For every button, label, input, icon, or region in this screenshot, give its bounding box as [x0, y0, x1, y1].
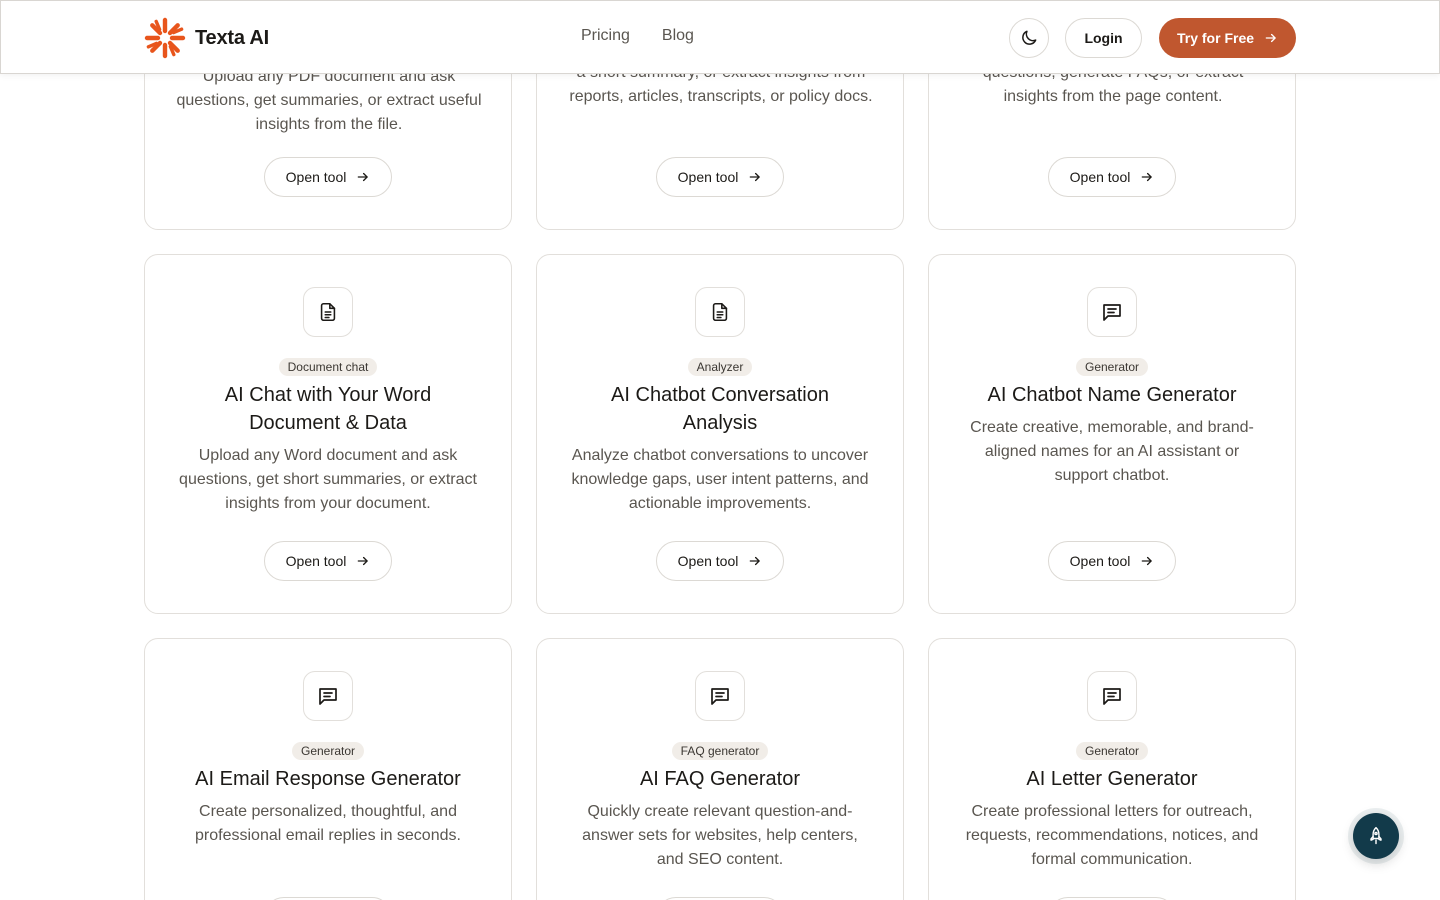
open-tool-button[interactable]: Open tool — [264, 157, 392, 197]
arrow-right-icon — [358, 556, 369, 566]
card-description: Create creative, memorable, and brand-al… — [970, 419, 1254, 484]
open-tool-label: Open tool — [1069, 553, 1131, 569]
open-tool-label: Open tool — [1069, 169, 1131, 185]
main-nav: Pricing Blog — [581, 27, 694, 45]
tool-card: Generator AI Email Response Generator Cr… — [144, 638, 512, 900]
site-header: Texta AI Pricing Blog Login Try for Free — [0, 0, 1440, 74]
card-title: AI FAQ Generator — [639, 768, 801, 790]
document-icon — [320, 302, 336, 322]
open-tool-label: Open tool — [285, 553, 347, 569]
card-badge: Document chat — [278, 358, 378, 376]
card-title: AI Chat with Your Word Document & Data — [224, 384, 432, 434]
open-tool-label: Open tool — [677, 169, 739, 185]
open-tool-button[interactable]: Open tool — [264, 541, 392, 581]
card-description: Create professional letters for outreach… — [965, 803, 1259, 868]
arrow-right-icon — [1265, 33, 1276, 43]
card-description: Quickly create relevant question-and-ans… — [582, 803, 858, 868]
tool-card: FAQ generator AI FAQ Generator Quickly c… — [536, 638, 904, 900]
arrow-right-icon — [358, 172, 369, 182]
try-for-free-button[interactable]: Try for Free — [1159, 18, 1296, 58]
card-icon-box — [303, 671, 353, 721]
card-icon-box — [695, 671, 745, 721]
message-icon — [711, 688, 729, 705]
tool-card: Generator AI Chatbot Name Generator Crea… — [928, 254, 1296, 614]
card-badge: Generator — [291, 742, 365, 760]
arrow-right-icon — [750, 556, 761, 566]
open-tool-button[interactable]: Open tool — [656, 541, 784, 581]
message-icon — [1103, 304, 1121, 321]
arrow-right-icon — [1142, 556, 1153, 566]
card-title: AI Email Response Generator — [195, 768, 461, 790]
moon-icon — [1022, 30, 1037, 45]
arrow-right-icon — [750, 172, 761, 182]
nav-blog-link[interactable]: Blog — [662, 27, 694, 45]
tool-card: Document chat AI Chat with Your Word Doc… — [144, 254, 512, 614]
tool-card: Generator AI Letter Generator Create pro… — [928, 638, 1296, 900]
card-title: AI Chatbot Conversation Analysis — [611, 384, 829, 434]
login-button[interactable]: Login — [1065, 18, 1142, 58]
card-title: AI Chatbot Name Generator — [987, 384, 1237, 406]
brand-logo-icon — [144, 17, 186, 59]
nav-pricing-link[interactable]: Pricing — [581, 27, 630, 45]
open-tool-button[interactable]: Open tool — [656, 157, 784, 197]
card-title: AI Letter Generator — [1026, 768, 1198, 790]
card-description: Upload any Word document and ask questio… — [179, 447, 477, 512]
card-icon-box — [1087, 671, 1137, 721]
arrow-right-icon — [1142, 172, 1153, 182]
card-description: Analyze chatbot conversations to uncover… — [571, 447, 869, 512]
card-icon-box — [695, 287, 745, 337]
open-tool-button[interactable]: Open tool — [1048, 541, 1176, 581]
card-badge: FAQ generator — [671, 742, 769, 760]
card-description: Upload any PDF document and ask question… — [176, 68, 482, 133]
card-icon-box — [1087, 287, 1137, 337]
tool-card: Analyzer AI Chatbot Conversation Analysi… — [536, 254, 904, 614]
card-description: Create personalized, thoughtful, and pro… — [195, 803, 461, 844]
card-badge: Analyzer — [687, 358, 753, 376]
open-tool-label: Open tool — [285, 169, 347, 185]
rocket-icon — [1370, 826, 1382, 845]
card-badge: Generator — [1075, 742, 1149, 760]
message-icon — [1103, 688, 1121, 705]
card-badge: Generator — [1075, 358, 1149, 376]
brand-name: Texta AI — [195, 26, 269, 49]
message-icon — [319, 688, 337, 705]
card-icon-box — [303, 287, 353, 337]
theme-toggle-button[interactable] — [1009, 18, 1049, 58]
floating-launch-button[interactable] — [1353, 813, 1399, 859]
document-icon — [712, 302, 728, 322]
brand-link[interactable]: Texta AI — [144, 17, 269, 59]
try-for-free-label: Try for Free — [1176, 30, 1255, 46]
open-tool-button[interactable]: Open tool — [1048, 157, 1176, 197]
open-tool-label: Open tool — [677, 553, 739, 569]
